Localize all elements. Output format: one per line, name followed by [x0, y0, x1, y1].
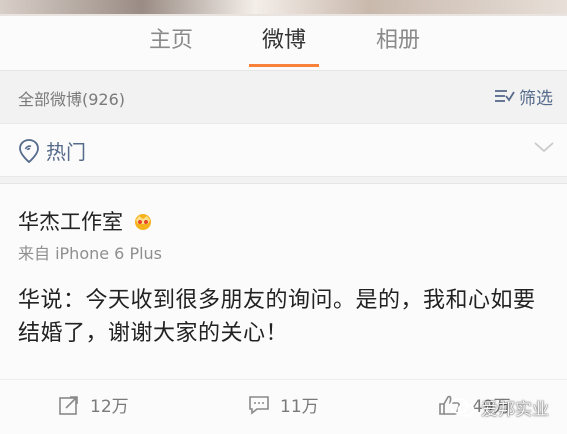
- location-pin-icon: [19, 138, 39, 163]
- weibo-count: 全部微博(926): [18, 90, 126, 109]
- post-text: 华说：今天收到很多朋友的询问。是的，我和心如要结婚了，谢谢大家的关心！: [18, 288, 536, 346]
- wechat-logo-icon: [449, 397, 475, 417]
- post-author[interactable]: 华杰工作室: [18, 206, 155, 236]
- tab-home[interactable]: 主页: [131, 26, 211, 56]
- tab-album[interactable]: 相册: [358, 26, 438, 56]
- wechat-watermark: 爱邦实业: [449, 395, 549, 420]
- repost-icon: [59, 395, 78, 415]
- comment-count: 11万: [280, 397, 319, 417]
- author-name: 华杰工作室: [18, 210, 123, 234]
- profile-cover-strip: [0, 0, 567, 16]
- tab-weibo[interactable]: 微博: [244, 26, 324, 56]
- comment-button[interactable]: 11万: [248, 392, 319, 417]
- profile-tab-bar: 主页 微博 相册: [0, 16, 567, 71]
- vip-crown-icon: [135, 214, 151, 230]
- active-tab-indicator: [249, 64, 319, 67]
- weibo-post-card: 华杰工作室 来自 iPhone 6 Plus 华说：今天收到很多朋友的询问。是的…: [0, 183, 567, 434]
- repost-count: 12万: [90, 397, 129, 417]
- watermark-text: 爱邦实业: [481, 400, 549, 420]
- repost-button[interactable]: 12万: [58, 392, 129, 417]
- filter-icon: [495, 90, 515, 102]
- comment-icon: [249, 395, 269, 415]
- hot-label: 热门: [46, 140, 86, 164]
- feed-filter-bar: 全部微博(926) 筛选: [0, 71, 567, 123]
- filter-label: 筛选: [519, 88, 553, 109]
- filter-button[interactable]: 筛选: [493, 83, 553, 109]
- chevron-down-icon[interactable]: [533, 140, 555, 154]
- hot-section-header[interactable]: 热门: [0, 123, 567, 177]
- post-source: 来自 iPhone 6 Plus: [18, 244, 163, 263]
